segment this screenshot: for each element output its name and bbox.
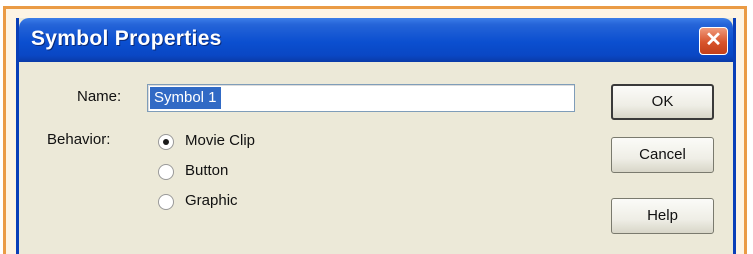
radio-label-movie-clip[interactable]: Movie Clip [185, 132, 255, 149]
radio-button[interactable] [158, 164, 174, 180]
close-button[interactable]: ✕ [699, 27, 728, 55]
radio-label-graphic[interactable]: Graphic [185, 192, 238, 209]
dialog-title: Symbol Properties [31, 27, 222, 50]
ok-button[interactable]: OK [611, 84, 714, 120]
radio-graphic[interactable] [158, 194, 174, 210]
behavior-label: Behavior: [47, 131, 111, 148]
name-input[interactable]: Symbol 1 [147, 84, 575, 112]
name-input-value: Symbol 1 [150, 87, 221, 109]
name-label: Name: [77, 88, 122, 105]
help-button[interactable]: Help [611, 198, 714, 234]
radio-movie-clip[interactable] [158, 134, 174, 150]
cancel-button[interactable]: Cancel [611, 137, 714, 173]
close-icon: ✕ [705, 29, 722, 51]
symbol-properties-dialog: Symbol Properties ✕ Name: Symbol 1 Behav… [16, 18, 736, 254]
title-bar: Symbol Properties ✕ [19, 18, 733, 62]
radio-label-button[interactable]: Button [185, 162, 228, 179]
